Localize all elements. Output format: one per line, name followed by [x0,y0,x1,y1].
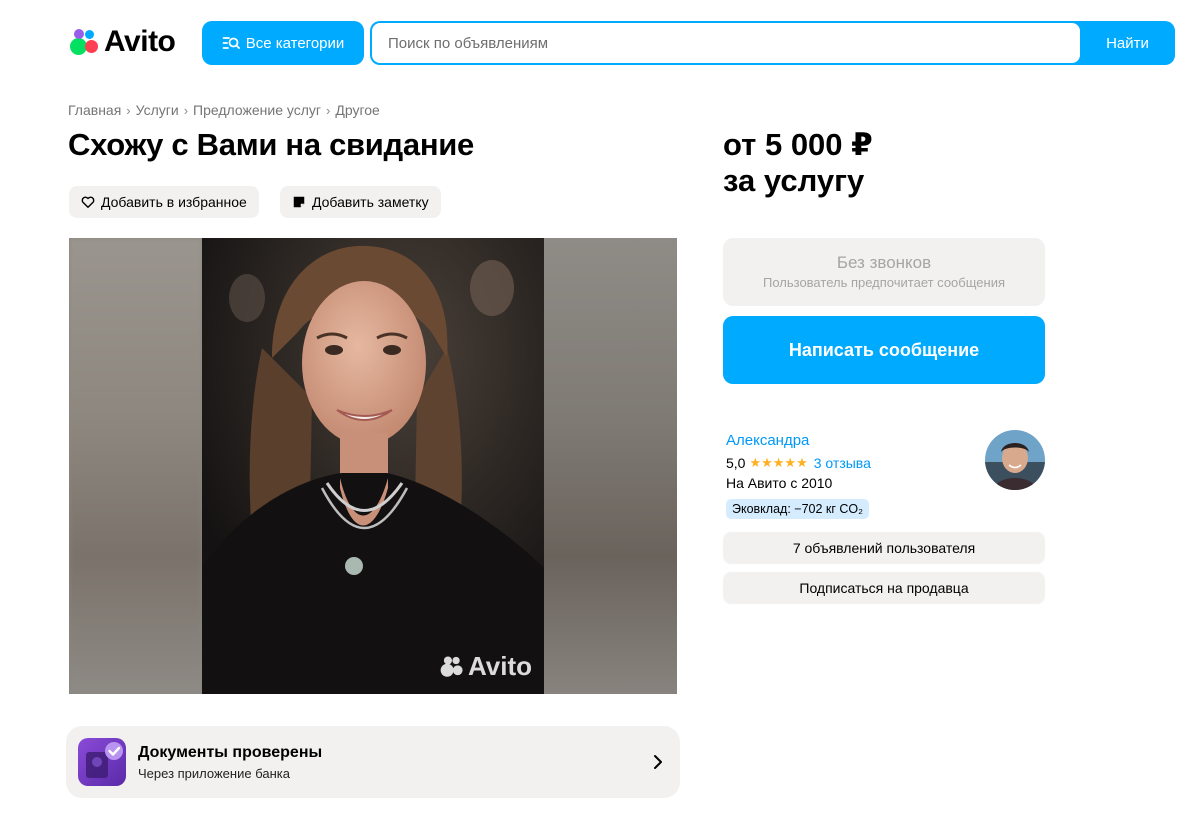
eco-contribution-badge[interactable]: Эковклад: −702 кг CO₂ [726,499,870,519]
star-rating-icon: ★★★★★ [749,455,808,470]
documents-verified-subtitle: Через приложение банка [138,766,290,781]
all-categories-button[interactable]: Все категории [202,21,364,65]
breadcrumb-separator-icon: › [126,102,131,118]
breadcrumb-service-offers[interactable]: Предложение услуг [193,102,321,118]
add-to-favorites-button[interactable]: Добавить в избранное [69,186,259,218]
search-list-icon [222,37,240,49]
verified-badge-icon [78,738,126,786]
breadcrumb: Главная › Услуги › Предложение услуг › Д… [68,102,380,118]
chevron-right-icon [654,755,662,769]
seller-rating: 5,0 ★★★★★ 3 отзыва [726,455,871,471]
documents-verified-card[interactable]: Документы проверены Через приложение бан… [66,726,680,798]
no-calls-title: Без звонков [836,253,932,272]
seller-rating-value: 5,0 [726,455,746,471]
gallery-blur-left [69,238,202,694]
seller-avatar-image [985,430,1045,490]
no-calls-subtitle: Пользователь предпочитает сообщения [762,275,1005,290]
seller-avatar[interactable] [985,430,1045,490]
note-icon [293,196,305,208]
breadcrumb-separator-icon: › [183,102,189,118]
seller-since: На Авито с 2010 [726,475,833,491]
listing-photo[interactable]: Avito [202,238,544,694]
breadcrumb-services[interactable]: Услуги [136,102,179,118]
add-note-label: Добавить заметку [312,194,429,210]
search-bar: Найти [370,21,1175,65]
heart-icon [81,196,95,208]
logo-text: Avito [104,25,176,58]
page-title: Схожу с Вами на свидание [68,127,474,162]
seller-name-link[interactable]: Александра [726,432,809,449]
write-message-button[interactable]: Написать сообщение [723,316,1045,384]
all-categories-label: Все категории [245,34,345,52]
avito-watermark-icon [440,655,463,677]
avito-logo[interactable]: Avito [68,24,176,60]
subscribe-seller-button[interactable]: Подписаться на продавца [723,572,1045,604]
no-calls-notice: Без звонков Пользователь предпочитает со… [723,238,1045,306]
price: от 5 000 ₽ за услугу [723,127,873,199]
avito-watermark-text: Avito [467,651,532,681]
price-amount: от 5 000 ₽ [723,127,873,162]
add-note-button[interactable]: Добавить заметку [280,186,441,218]
price-unit: за услугу [723,163,865,198]
add-to-favorites-label: Добавить в избранное [101,194,247,210]
listing-photo-image [202,238,544,694]
breadcrumb-home[interactable]: Главная [68,102,121,118]
documents-verified-title: Документы проверены [138,744,323,761]
avito-logo-icon [68,26,100,58]
gallery-blur-right [544,238,677,694]
search-input[interactable] [372,23,1080,63]
find-button[interactable]: Найти [1080,21,1175,65]
breadcrumb-other[interactable]: Другое [335,102,379,118]
avito-watermark: Avito [439,651,532,682]
seller-listings-button[interactable]: 7 объявлений пользователя [723,532,1045,564]
seller-reviews-link[interactable]: 3 отзыва [814,455,871,471]
breadcrumb-separator-icon: › [326,102,331,118]
photo-gallery[interactable]: Avito [69,238,677,694]
